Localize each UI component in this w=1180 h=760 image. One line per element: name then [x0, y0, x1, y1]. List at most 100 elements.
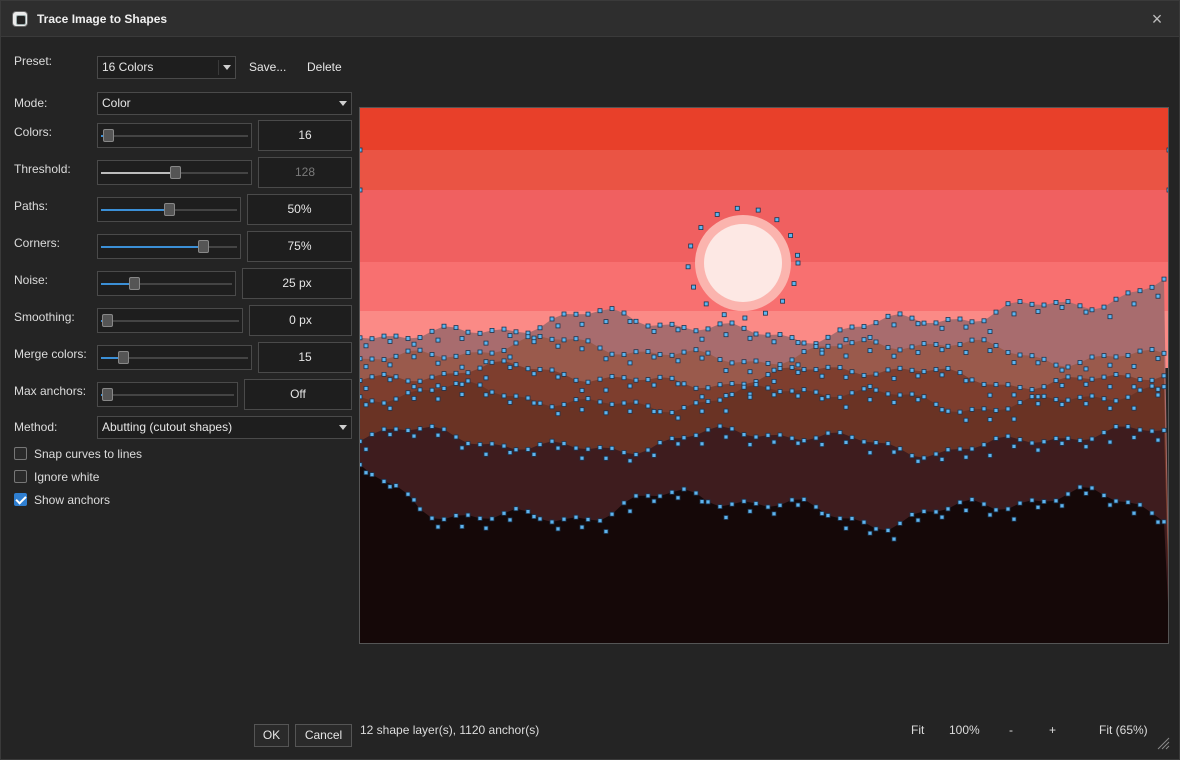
- anchor-point: [537, 333, 543, 339]
- anchor-point: [405, 336, 411, 341]
- anchor-point: [525, 334, 531, 340]
- anchor-point: [531, 339, 537, 345]
- show-anchors-label[interactable]: Show anchors: [34, 493, 110, 507]
- save-preset-button[interactable]: Save...: [249, 56, 286, 79]
- anchor-point: [753, 434, 759, 440]
- anchor-point: [993, 407, 999, 413]
- anchor-point: [1113, 372, 1119, 377]
- noise-value-field[interactable]: 25 px: [242, 268, 352, 299]
- anchor-point: [729, 392, 735, 397]
- anchor-point: [780, 298, 786, 304]
- ok-button[interactable]: OK: [254, 724, 289, 747]
- fit-button[interactable]: Fit: [911, 723, 924, 737]
- anchor-point: [945, 317, 951, 322]
- anchor-point: [1113, 296, 1119, 302]
- anchor-point: [957, 499, 963, 505]
- anchor-point: [1101, 304, 1107, 310]
- trace-preview-canvas[interactable]: [359, 107, 1169, 644]
- cancel-button[interactable]: Cancel: [295, 724, 352, 747]
- smoothing-value-field[interactable]: 0 px: [249, 305, 352, 336]
- anchor-point: [1077, 360, 1083, 365]
- anchor-point: [921, 320, 927, 326]
- anchor-point: [891, 376, 897, 381]
- anchor-point: [1029, 387, 1035, 393]
- max-anchors-value-field[interactable]: Off: [244, 379, 352, 410]
- anchor-point: [1113, 354, 1119, 360]
- noise-slider[interactable]: [97, 271, 236, 296]
- anchor-point: [843, 404, 849, 410]
- colors-slider[interactable]: [97, 123, 252, 148]
- anchor-point: [609, 374, 615, 379]
- anchor-point: [867, 348, 873, 354]
- anchor-point: [1125, 424, 1131, 430]
- resize-grip-icon[interactable]: [1156, 736, 1170, 750]
- ignore-white-label[interactable]: Ignore white: [34, 470, 99, 484]
- smoothing-slider[interactable]: [97, 308, 243, 333]
- anchor-point: [867, 334, 873, 340]
- method-select[interactable]: Abutting (cutout shapes): [97, 416, 352, 439]
- anchor-point: [825, 513, 831, 518]
- anchor-point: [381, 371, 387, 377]
- anchor-point: [765, 385, 771, 391]
- zoom-100-button[interactable]: 100%: [949, 723, 980, 737]
- ignore-white-checkbox[interactable]: [14, 470, 27, 483]
- anchor-point: [1029, 301, 1035, 307]
- anchor-point: [633, 452, 639, 457]
- anchor-point: [381, 357, 387, 363]
- merge-colors-value-field[interactable]: 15: [258, 342, 352, 373]
- snap-curves-checkbox[interactable]: [14, 447, 27, 460]
- anchor-point: [435, 360, 441, 366]
- anchor-point: [441, 323, 447, 329]
- noise-slider-thumb[interactable]: [129, 277, 140, 290]
- anchor-point: [411, 395, 417, 401]
- mode-select[interactable]: Color: [97, 92, 352, 115]
- anchor-point: [393, 483, 399, 489]
- merge-colors-slider[interactable]: [97, 345, 252, 370]
- max-anchors-slider[interactable]: [97, 382, 238, 407]
- anchor-point: [675, 358, 681, 364]
- anchor-point: [1083, 444, 1089, 450]
- threshold-slider-thumb[interactable]: [170, 166, 181, 179]
- paths-slider-thumb[interactable]: [164, 203, 175, 216]
- anchor-point: [573, 397, 579, 403]
- anchor-point: [873, 526, 879, 532]
- anchor-point: [795, 440, 801, 446]
- title-bar[interactable]: Trace Image to Shapes ×: [1, 1, 1179, 37]
- anchor-point: [819, 350, 825, 356]
- anchor-point: [387, 377, 393, 383]
- anchor-point: [1161, 384, 1167, 390]
- anchor-point: [633, 349, 639, 355]
- anchor-point: [693, 490, 699, 496]
- corners-slider[interactable]: [97, 234, 241, 259]
- corners-value-field[interactable]: 75%: [247, 231, 352, 262]
- threshold-slider[interactable]: [97, 160, 252, 185]
- colors-slider-thumb[interactable]: [103, 129, 114, 142]
- method-value: Abutting (cutout shapes): [102, 420, 233, 434]
- preset-select[interactable]: 16 Colors: [97, 56, 236, 79]
- snap-curves-label[interactable]: Snap curves to lines: [34, 447, 142, 461]
- anchor-point: [897, 347, 903, 353]
- zoom-out-button[interactable]: -: [1009, 723, 1013, 737]
- close-icon[interactable]: ×: [1145, 7, 1169, 31]
- merge-colors-slider-thumb[interactable]: [118, 351, 129, 364]
- colors-value-field[interactable]: 16: [258, 120, 352, 151]
- anchor-point: [819, 373, 825, 379]
- max-anchors-slider-thumb[interactable]: [102, 388, 113, 401]
- anchor-point: [363, 470, 369, 476]
- paths-slider[interactable]: [97, 197, 241, 222]
- delete-preset-button[interactable]: Delete: [307, 56, 342, 79]
- anchor-point: [723, 408, 729, 414]
- anchor-point: [579, 455, 585, 461]
- paths-value-field[interactable]: 50%: [247, 194, 352, 225]
- anchor-point: [1107, 384, 1113, 390]
- anchor-point: [771, 367, 777, 373]
- show-anchors-checkbox[interactable]: [14, 493, 27, 506]
- anchor-point: [1041, 356, 1047, 362]
- corners-slider-thumb[interactable]: [198, 240, 209, 253]
- anchor-point: [699, 336, 705, 342]
- zoom-in-button[interactable]: +: [1049, 723, 1056, 737]
- anchor-point: [441, 371, 447, 377]
- smoothing-slider-thumb[interactable]: [102, 314, 113, 327]
- anchor-point: [963, 417, 969, 423]
- anchor-point: [1077, 375, 1083, 381]
